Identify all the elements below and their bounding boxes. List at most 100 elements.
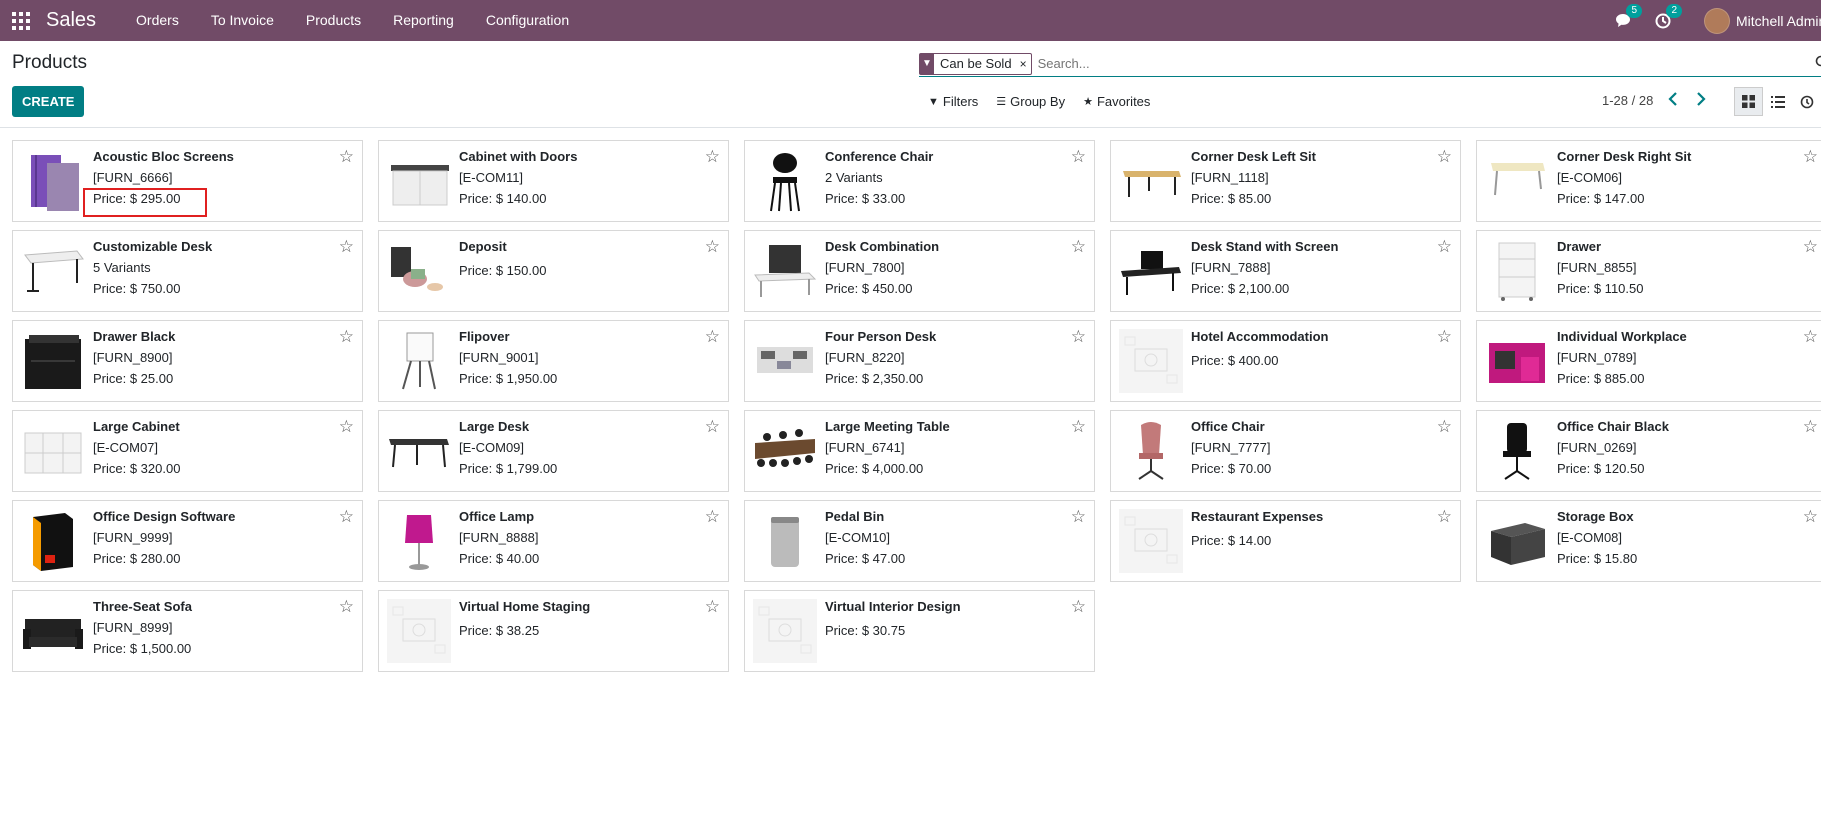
- favorite-star-icon[interactable]: ☆: [1071, 238, 1086, 255]
- menu-orders[interactable]: Orders: [120, 0, 195, 41]
- favorite-star-icon[interactable]: ☆: [1803, 148, 1818, 165]
- list-view-icon[interactable]: [1763, 87, 1792, 116]
- product-card[interactable]: Acoustic Bloc Screens [FURN_6666] Price: $…: [12, 140, 363, 222]
- product-reference: [FURN_6666]: [93, 170, 173, 185]
- messages-icon[interactable]: 5: [1614, 3, 1642, 30]
- product-image: [24, 250, 84, 292]
- product-card[interactable]: Large Meeting Table [FURN_6741] Price: $ 4…: [744, 410, 1095, 492]
- user-avatar[interactable]: [1704, 7, 1730, 34]
- facet-remove-icon[interactable]: ×: [1016, 57, 1031, 71]
- kanban-view-icon[interactable]: [1734, 87, 1763, 116]
- favorite-star-icon[interactable]: ☆: [1437, 148, 1452, 165]
- product-reference: 5 Variants: [93, 260, 151, 275]
- pager-previous-icon[interactable]: [1668, 92, 1678, 111]
- product-price: Price: $ 33.00: [825, 191, 906, 206]
- activities-clock-icon[interactable]: 2: [1654, 3, 1682, 30]
- product-card[interactable]: Flipover [FURN_9001] Price: $ 1,950.00 ☆: [378, 320, 729, 402]
- favorite-star-icon[interactable]: ☆: [339, 328, 354, 345]
- product-name: Corner Desk Left Sit: [1191, 149, 1316, 164]
- favorite-star-icon[interactable]: ☆: [1437, 418, 1452, 435]
- top-navbar: Sales Orders To Invoice Products Reporti…: [0, 0, 1821, 41]
- favorite-star-icon[interactable]: ☆: [705, 418, 720, 435]
- product-card[interactable]: Pedal Bin [E-COM10] Price: $ 47.00 ☆: [744, 500, 1095, 582]
- product-name: Office Chair: [1191, 419, 1265, 434]
- product-name: Office Chair Black: [1557, 419, 1669, 434]
- product-card[interactable]: Hotel Accommodation Price: $ 400.00 ☆: [1110, 320, 1461, 402]
- favorite-star-icon[interactable]: ☆: [339, 418, 354, 435]
- favorite-star-icon[interactable]: ☆: [705, 328, 720, 345]
- favorite-star-icon[interactable]: ☆: [1071, 598, 1086, 615]
- pager-value[interactable]: 1-28 / 28: [1602, 93, 1653, 108]
- product-card[interactable]: Storage Box [E-COM08] Price: $ 15.80 ☆: [1476, 500, 1821, 582]
- product-card[interactable]: Drawer Black [FURN_8900] Price: $ 25.00 ☆: [12, 320, 363, 402]
- product-card[interactable]: Office Chair Black [FURN_0269] Price: $ 12…: [1476, 410, 1821, 492]
- pager-next-icon[interactable]: [1696, 92, 1706, 111]
- apps-menu-icon[interactable]: [12, 11, 30, 30]
- product-card[interactable]: Corner Desk Left Sit [FURN_1118] Price: $ …: [1110, 140, 1461, 222]
- create-button[interactable]: CREATE: [12, 86, 85, 117]
- favorite-star-icon[interactable]: ☆: [339, 598, 354, 615]
- product-reference: [E-COM10]: [825, 530, 891, 545]
- product-image: [1498, 242, 1536, 301]
- favorite-star-icon[interactable]: ☆: [339, 238, 354, 255]
- product-image: [770, 153, 800, 212]
- search-icon[interactable]: [1815, 55, 1821, 74]
- product-card[interactable]: Office Design Software [FURN_9999] Price: …: [12, 500, 363, 582]
- product-card[interactable]: Virtual Home Staging Price: $ 38.25 ☆: [378, 590, 729, 672]
- product-image: [1119, 329, 1183, 393]
- product-name: Office Lamp: [459, 509, 535, 524]
- product-card[interactable]: Customizable Desk 5 Variants Price: $ 750.…: [12, 230, 363, 312]
- product-card[interactable]: Individual Workplace [FURN_0789] Price: $ …: [1476, 320, 1821, 402]
- product-card[interactable]: Four Person Desk [FURN_8220] Price: $ 2,35…: [744, 320, 1095, 402]
- favorite-star-icon[interactable]: ☆: [1803, 418, 1818, 435]
- filters-button[interactable]: ▼ Filters: [928, 94, 978, 109]
- favorite-star-icon[interactable]: ☆: [1071, 148, 1086, 165]
- product-price: Price: $ 85.00: [1191, 191, 1272, 206]
- product-card[interactable]: Restaurant Expenses Price: $ 14.00 ☆: [1110, 500, 1461, 582]
- favorite-star-icon[interactable]: ☆: [1437, 238, 1452, 255]
- product-card[interactable]: Desk Stand with Screen [FURN_7888] Price: …: [1110, 230, 1461, 312]
- favorite-star-icon[interactable]: ☆: [1803, 238, 1818, 255]
- product-card[interactable]: Virtual Interior Design Price: $ 30.75 ☆: [744, 590, 1095, 672]
- favorite-star-icon[interactable]: ☆: [705, 148, 720, 165]
- favorite-star-icon[interactable]: ☆: [705, 508, 720, 525]
- favorite-star-icon[interactable]: ☆: [1437, 328, 1452, 345]
- product-card[interactable]: Three-Seat Sofa [FURN_8999] Price: $ 1,500…: [12, 590, 363, 672]
- menu-products[interactable]: Products: [290, 0, 377, 41]
- group-by-button[interactable]: ☰ Group By: [996, 94, 1065, 109]
- favorite-star-icon[interactable]: ☆: [1437, 508, 1452, 525]
- product-card[interactable]: Cabinet with Doors [E-COM11] Price: $ 140.…: [378, 140, 729, 222]
- view-switcher: [1734, 87, 1821, 116]
- activity-view-icon[interactable]: [1792, 87, 1821, 116]
- user-name[interactable]: Mitchell Admin: [1736, 13, 1821, 29]
- app-name[interactable]: Sales: [46, 9, 96, 32]
- product-card[interactable]: Deposit Price: $ 150.00 ☆: [378, 230, 729, 312]
- favorite-star-icon[interactable]: ☆: [1071, 328, 1086, 345]
- favorites-button[interactable]: ★ Favorites: [1083, 94, 1150, 109]
- favorite-star-icon[interactable]: ☆: [339, 148, 354, 165]
- search-facet: ▼ Can be Sold ×: [919, 52, 1032, 75]
- product-price: Price: $ 280.00: [93, 551, 181, 566]
- favorite-star-icon[interactable]: ☆: [339, 508, 354, 525]
- favorite-star-icon[interactable]: ☆: [705, 238, 720, 255]
- menu-configuration[interactable]: Configuration: [470, 0, 585, 41]
- product-card[interactable]: Large Desk [E-COM09] Price: $ 1,799.00 ☆: [378, 410, 729, 492]
- product-card[interactable]: Office Chair [FURN_7777] Price: $ 70.00 ☆: [1110, 410, 1461, 492]
- favorite-star-icon[interactable]: ☆: [1803, 508, 1818, 525]
- favorite-star-icon[interactable]: ☆: [705, 598, 720, 615]
- favorite-star-icon[interactable]: ☆: [1071, 418, 1086, 435]
- product-card[interactable]: Conference Chair 2 Variants Price: $ 33.00…: [744, 140, 1095, 222]
- product-card[interactable]: Office Lamp [FURN_8888] Price: $ 40.00 ☆: [378, 500, 729, 582]
- favorite-star-icon[interactable]: ☆: [1071, 508, 1086, 525]
- product-card[interactable]: Corner Desk Right Sit [E-COM06] Price: $ 1…: [1476, 140, 1821, 222]
- menu-to-invoice[interactable]: To Invoice: [195, 0, 290, 41]
- product-price: Price: $ 140.00: [459, 191, 547, 206]
- menu-reporting[interactable]: Reporting: [377, 0, 470, 41]
- favorite-star-icon[interactable]: ☆: [1803, 328, 1818, 345]
- search-input[interactable]: [1037, 56, 1821, 71]
- product-image: [1503, 423, 1531, 480]
- product-reference: [FURN_8220]: [825, 350, 905, 365]
- product-card[interactable]: Drawer [FURN_8855] Price: $ 110.50 ☆: [1476, 230, 1821, 312]
- product-card[interactable]: Large Cabinet [E-COM07] Price: $ 320.00 ☆: [12, 410, 363, 492]
- product-card[interactable]: Desk Combination [FURN_7800] Price: $ 450.…: [744, 230, 1095, 312]
